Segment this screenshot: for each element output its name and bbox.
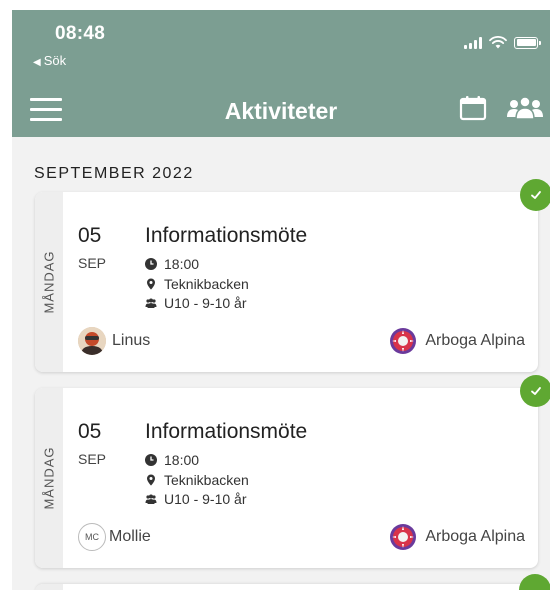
avatar: MC xyxy=(78,523,106,551)
avatar xyxy=(78,327,106,355)
activity-card[interactable]: MÅNDAG 05 SEP Informationsmöte 18:00 Tek… xyxy=(35,179,550,372)
team-row: Arboga Alpina xyxy=(389,327,525,355)
signal-icon xyxy=(464,36,482,49)
activity-time: 18:00 xyxy=(145,256,199,272)
app-header: 08:48 ◀ Sök Aktiviteter xyxy=(12,10,550,137)
people-icon[interactable] xyxy=(506,94,544,122)
app-screen: 08:48 ◀ Sök Aktiviteter SEPTEMBER 2022 M… xyxy=(12,10,550,590)
activity-location: Teknikbacken xyxy=(145,472,249,488)
group-icon xyxy=(145,298,157,308)
day-number: 05 xyxy=(78,224,102,247)
day-number: 05 xyxy=(78,420,102,443)
location-text: Teknikbacken xyxy=(164,472,249,488)
weekday-strip xyxy=(35,584,63,590)
location-text: Teknikbacken xyxy=(164,276,249,292)
activity-title: Informationsmöte xyxy=(145,420,308,443)
location-pin-icon xyxy=(147,474,155,486)
weekday-label: MÅNDAG xyxy=(41,446,57,510)
clock-icon xyxy=(145,258,157,270)
person-row[interactable]: Linus xyxy=(78,327,150,355)
person-row[interactable]: MC Mollie xyxy=(78,523,151,551)
activity-card-partial[interactable] xyxy=(35,584,538,590)
day-month: SEP xyxy=(78,451,107,467)
activity-title: Informationsmöte xyxy=(145,224,308,247)
activity-group: U10 - 9-10 år xyxy=(145,295,246,311)
time-text: 18:00 xyxy=(164,452,200,468)
checkmark-icon xyxy=(520,375,550,407)
clock-icon xyxy=(145,454,157,466)
team-name: Arboga Alpina xyxy=(425,528,525,545)
team-name: Arboga Alpina xyxy=(425,332,525,349)
group-text: U10 - 9-10 år xyxy=(164,295,247,311)
checkmark-icon xyxy=(519,574,550,590)
group-icon xyxy=(145,494,157,504)
activity-group: U10 - 9-10 år xyxy=(145,491,246,507)
month-heading: SEPTEMBER 2022 xyxy=(34,165,194,182)
checkmark-icon xyxy=(520,179,550,211)
person-name: Linus xyxy=(112,332,151,349)
back-to-search-link[interactable]: ◀ Sök xyxy=(33,53,66,68)
team-logo-icon xyxy=(390,524,417,550)
wifi-icon xyxy=(489,36,507,49)
time-text: 18:00 xyxy=(164,256,200,272)
activity-card[interactable]: MÅNDAG 05 SEP Informationsmöte 18:00 Tek… xyxy=(35,375,550,568)
day-month: SEP xyxy=(78,255,107,271)
calendar-icon[interactable] xyxy=(459,94,487,122)
weekday-strip: MÅNDAG xyxy=(35,388,63,568)
weekday-label: MÅNDAG xyxy=(41,250,57,314)
group-text: U10 - 9-10 år xyxy=(164,491,247,507)
status-icons xyxy=(464,36,541,49)
back-triangle-icon: ◀ xyxy=(33,57,41,68)
activity-time: 18:00 xyxy=(145,452,199,468)
team-logo-icon xyxy=(390,328,417,354)
back-label: Sök xyxy=(43,53,67,68)
activity-location: Teknikbacken xyxy=(145,276,249,292)
weekday-strip: MÅNDAG xyxy=(35,192,63,372)
team-row: Arboga Alpina xyxy=(389,523,525,551)
person-name: Mollie xyxy=(109,528,151,545)
status-time: 08:48 xyxy=(55,23,106,44)
location-pin-icon xyxy=(147,278,155,290)
battery-icon xyxy=(514,36,541,49)
